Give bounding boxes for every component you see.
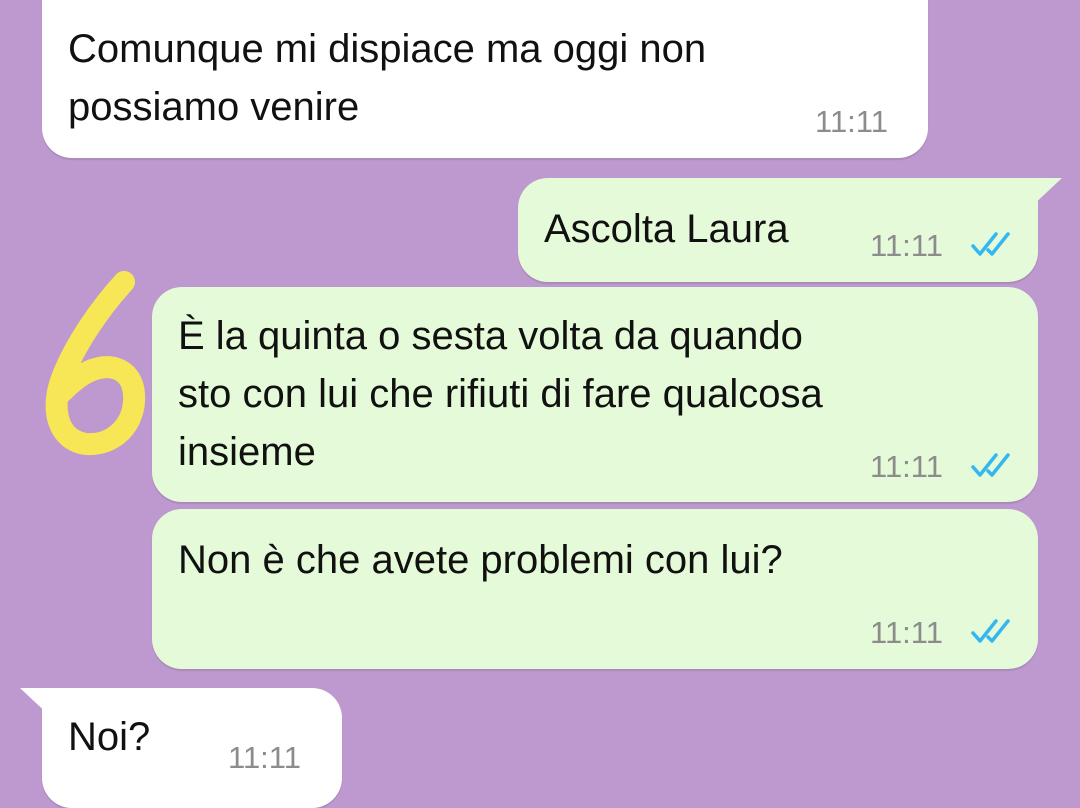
- message-bubble-outgoing[interactable]: Non è che avete problemi con lui? 11:11: [152, 509, 1038, 669]
- handwritten-six-icon: [45, 271, 146, 456]
- message-text: Comunque mi dispiace ma oggi non possiam…: [68, 27, 707, 129]
- message-time: 11:11: [870, 449, 943, 484]
- message-text: Non è che avete problemi con lui?: [178, 538, 783, 582]
- message-bubble-incoming[interactable]: Comunque mi dispiace ma oggi non possiam…: [42, 0, 928, 158]
- chat-conversation: Comunque mi dispiace ma oggi non possiam…: [0, 0, 1080, 808]
- bubble-tail: [1030, 178, 1062, 208]
- message-bubble-outgoing[interactable]: Ascolta Laura 11:11: [518, 178, 1038, 282]
- message-time: 11:11: [870, 615, 943, 650]
- message-bubble-incoming[interactable]: Noi? 11:11: [42, 688, 342, 808]
- double-check-read-icon: [971, 453, 1010, 477]
- message-text: È la quinta o sesta volta da quando sto …: [178, 314, 823, 474]
- message-text: Noi?: [68, 715, 151, 759]
- message-time: 11:11: [228, 740, 301, 775]
- message-time: 11:11: [870, 228, 943, 263]
- message-text: Ascolta Laura: [544, 207, 789, 251]
- message-time: 11:11: [815, 104, 888, 139]
- double-check-read-icon: [971, 232, 1010, 256]
- message-bubble-outgoing[interactable]: È la quinta o sesta volta da quando sto …: [152, 287, 1038, 502]
- double-check-read-icon: [971, 619, 1010, 643]
